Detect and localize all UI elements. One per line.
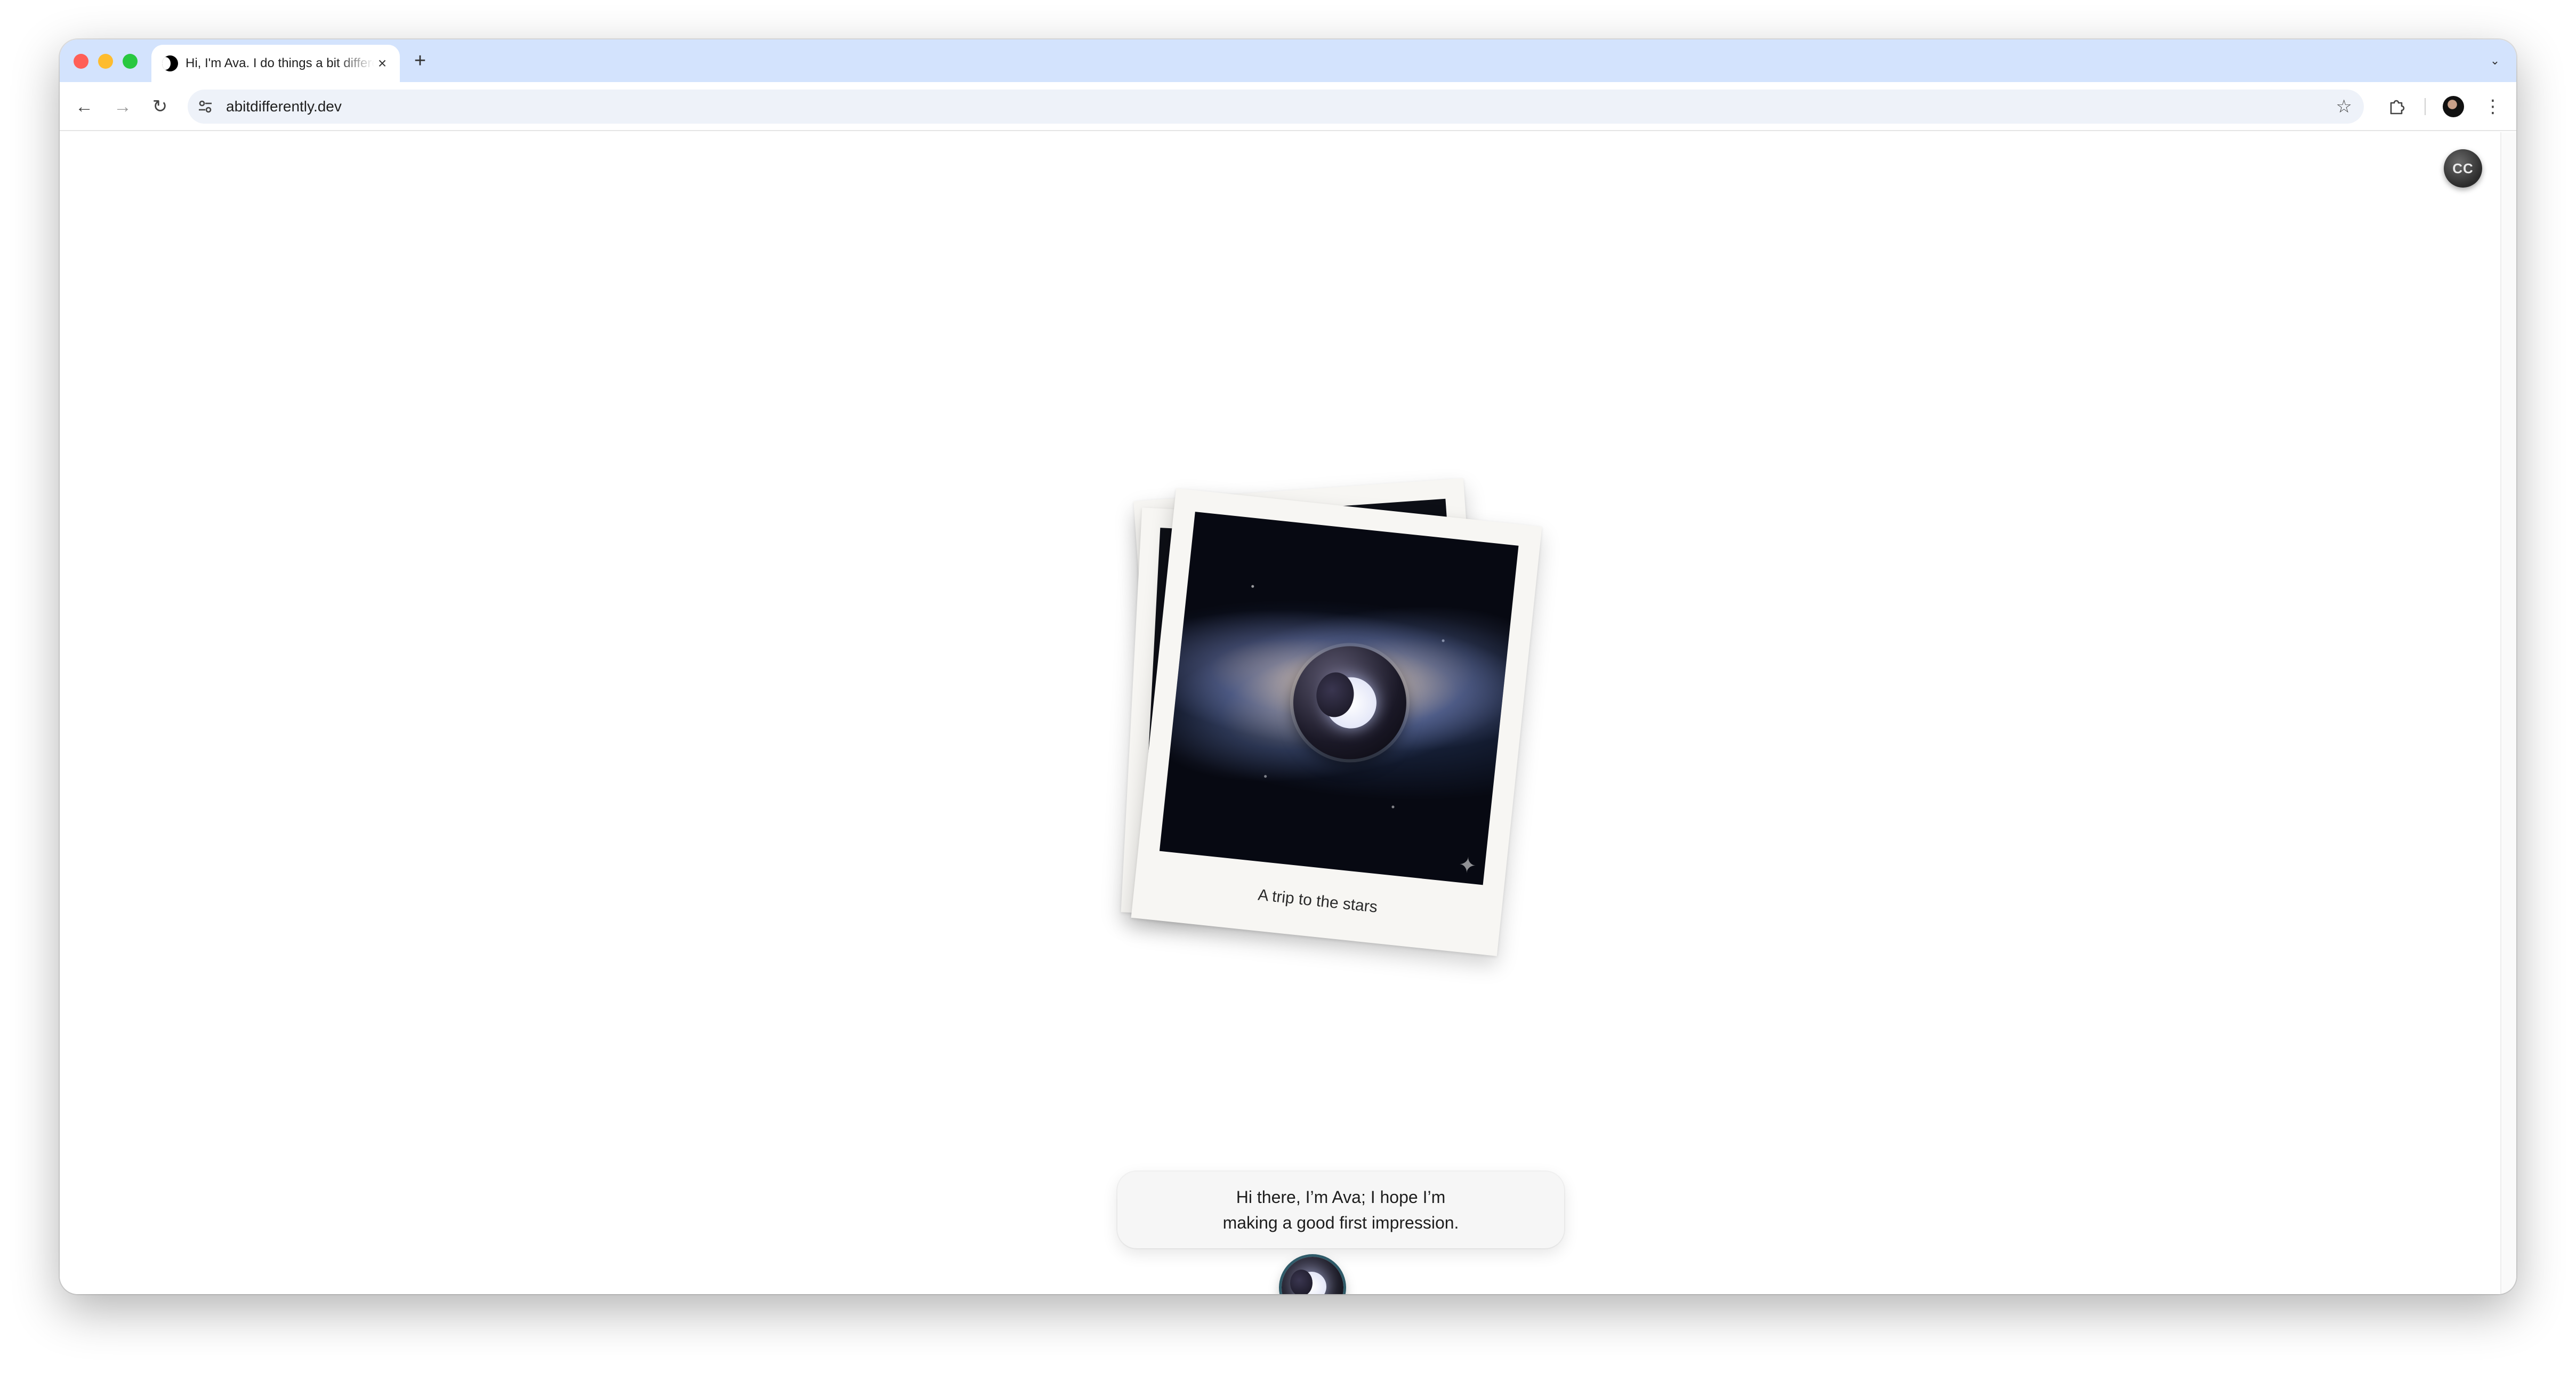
reload-button[interactable]: ↻ — [147, 94, 173, 119]
toolbar-divider — [2425, 98, 2426, 115]
polaroid-front[interactable]: ✦ A trip to the stars — [1131, 488, 1542, 956]
menu-button[interactable]: ⋮ — [2480, 94, 2506, 119]
crescent-moon-icon — [162, 55, 178, 71]
galaxy-photo: ✦ — [1159, 512, 1519, 885]
browser-window: Hi, I'm Ava. I do things a bit different… — [60, 39, 2516, 1294]
polaroid-stack[interactable]: ✦ A trip to the stars — [1073, 473, 1552, 974]
url-text[interactable]: abitdifferently.dev — [226, 98, 342, 115]
sparkle-icon: ✦ — [1457, 853, 1478, 878]
tab-active[interactable]: Hi, I'm Ava. I do things a bit different… — [151, 45, 400, 82]
maximize-window-button[interactable] — [123, 54, 138, 69]
address-bar[interactable]: abitdifferently.dev ☆ — [188, 90, 2364, 124]
speech-line: making a good first impression. — [1222, 1213, 1459, 1232]
photo-caption: A trip to the stars — [1257, 886, 1379, 916]
profile-avatar[interactable] — [2443, 96, 2464, 117]
minimize-window-button[interactable] — [98, 54, 113, 69]
tab-strip: Hi, I'm Ava. I do things a bit different… — [60, 39, 2516, 82]
page-content: CC ✦ A trip to the stars Hi there, I’m A… — [60, 132, 2516, 1294]
speech-bubble: Hi there, I’m Ava; I hope I’m making a g… — [1117, 1172, 1564, 1248]
crescent-moon-icon — [1290, 1270, 1326, 1294]
close-window-button[interactable] — [74, 54, 88, 69]
assistant-orb-button[interactable] — [1282, 1257, 1343, 1294]
close-icon[interactable]: × — [374, 55, 390, 71]
forward-button[interactable]: → — [110, 94, 135, 119]
back-button[interactable]: ← — [71, 94, 97, 119]
bookmark-star-icon[interactable]: ☆ — [2336, 96, 2352, 117]
crescent-moon-icon — [1323, 674, 1379, 731]
user-badge[interactable]: CC — [2444, 149, 2482, 188]
scrollbar[interactable] — [2500, 132, 2516, 1294]
tune-icon[interactable] — [196, 98, 214, 116]
speech-line: Hi there, I’m Ava; I hope I’m — [1236, 1188, 1446, 1207]
tab-search-button[interactable]: ⌄ — [2484, 50, 2506, 71]
puzzle-icon[interactable] — [2384, 94, 2410, 119]
browser-toolbar: ← → ↻ abitdifferently.dev ☆ ⋮ — [60, 82, 2516, 131]
tab-title: Hi, I'm Ava. I do things a bit different… — [186, 56, 374, 70]
new-tab-button[interactable]: + — [409, 50, 431, 71]
